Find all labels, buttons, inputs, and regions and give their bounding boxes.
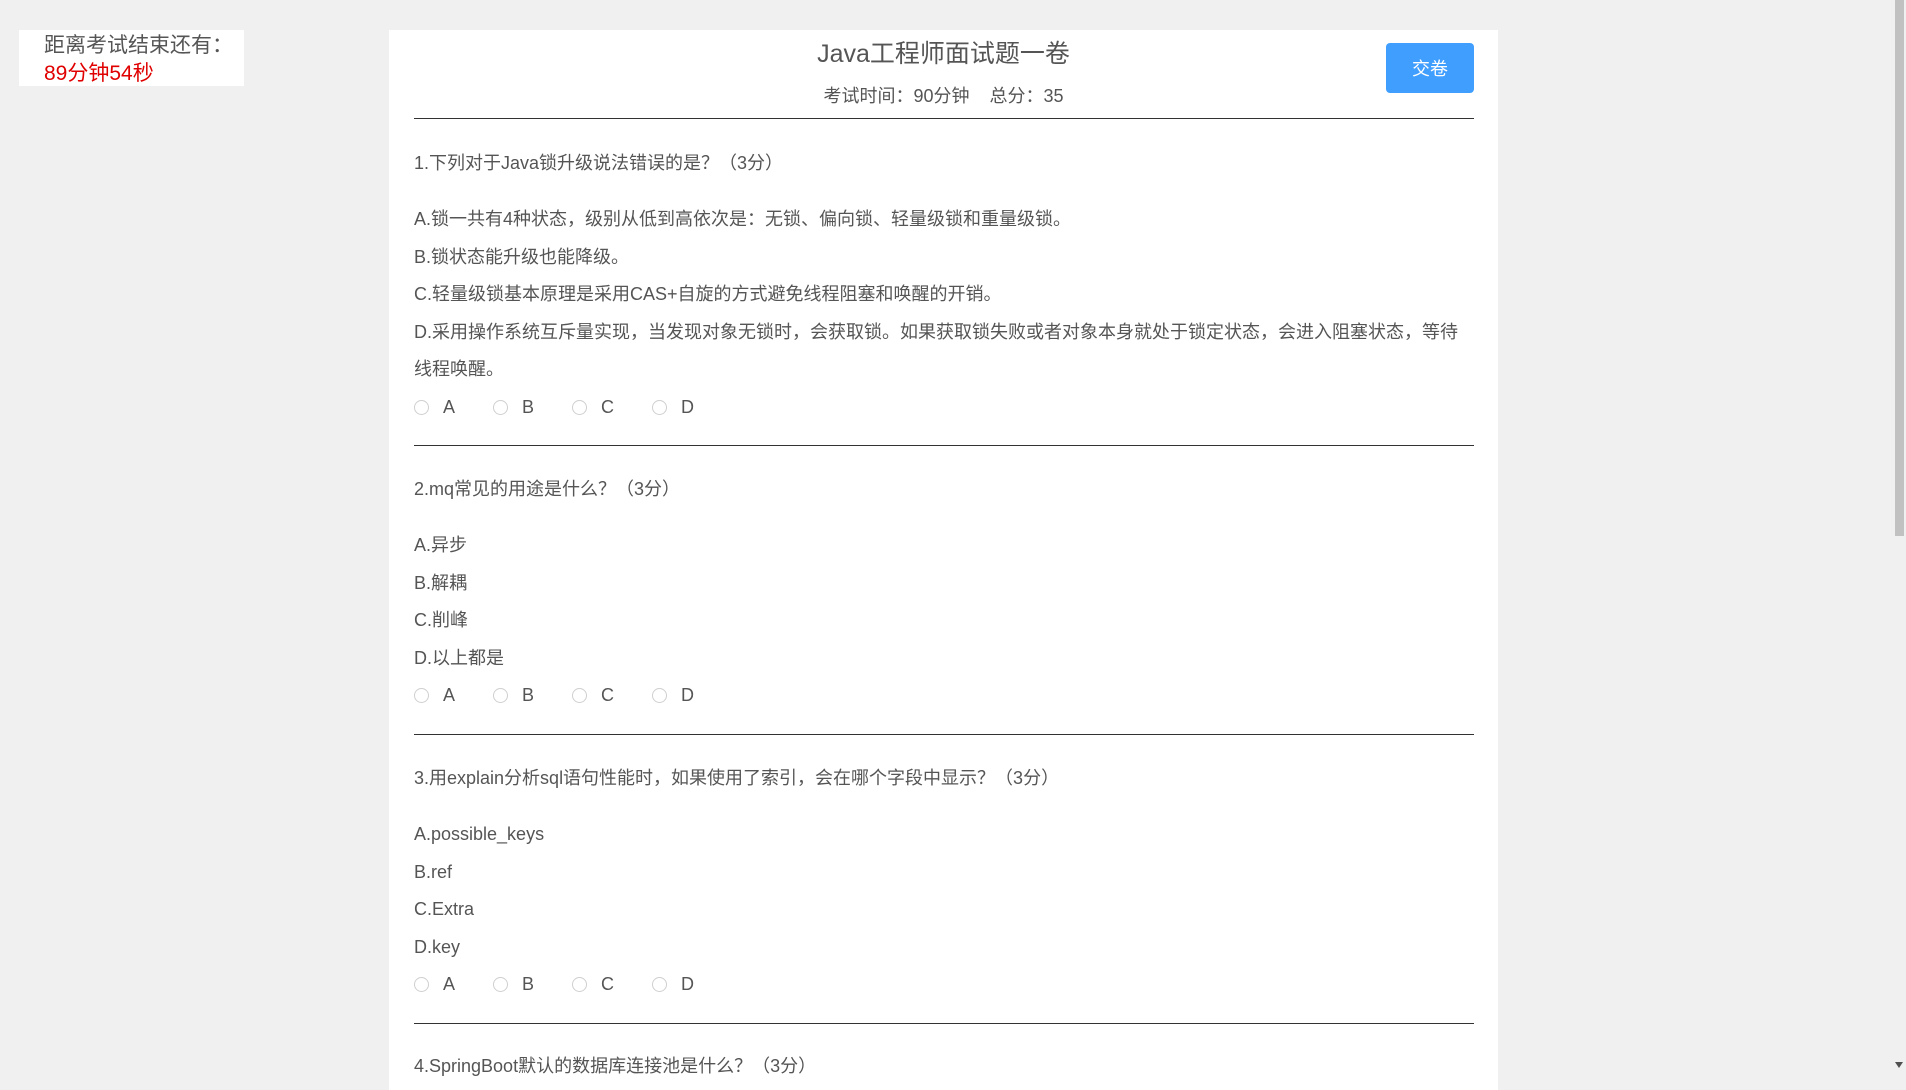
exam-title: Java工程师面试题一卷 [817,40,1070,68]
radio-label: D [681,974,695,994]
answer-radio-group: A B C D [414,389,1474,426]
radio-label: D [681,685,695,705]
option-text-b: B.解耦 [414,572,468,593]
question-2: 2.mq常见的用途是什么？（3分） A.异步 B.解耦 C.削峰 D.以上都是 … [414,477,1474,714]
exam-paper: Java工程师面试题一卷 考试时间：90分钟 总分：35 交卷 1.下列对于Jav… [389,30,1498,1090]
answer-radio-group: A B C D [414,966,1474,1003]
page-scrollbar[interactable] [1893,0,1906,1072]
radio-label: C [601,685,615,705]
question-4: 4.SpringBoot默认的数据库连接池是什么？（3分） [414,1054,1474,1078]
radio-circle-icon[interactable] [572,977,588,992]
option-text-c: C.轻量级锁基本原理是采用CAS+自旋的方式避免线程阻塞和唤醒的开销。 [414,284,1002,304]
option-text-d: D.key [414,936,461,957]
countdown-label: 距离考试结束还有： [44,34,233,57]
radio-circle-icon[interactable] [572,399,588,415]
radio-label: A [443,685,456,705]
question-title: 3.用explain分析sql语句性能时，如果使用了索引，会在哪个字段中显示？（… [414,768,1060,788]
radio-circle-icon[interactable] [493,977,509,992]
radio-c[interactable]: C [572,397,614,418]
option-text-a: A.异步 [414,535,468,555]
radio-a[interactable]: A [414,397,455,418]
exam-total-score: 总分：35 [989,86,1064,106]
radio-c[interactable]: C [572,685,614,706]
radio-d[interactable]: D [652,397,694,418]
divider [414,445,1474,446]
option-text-b: B.锁状态能升级也能降级。 [414,246,630,267]
option-text-c: C.削峰 [414,610,468,630]
option-text-b: B.ref [414,861,453,882]
radio-c[interactable]: C [572,974,614,995]
radio-a[interactable]: A [414,974,455,995]
radio-circle-icon[interactable] [493,688,509,703]
exam-time: 考试时间：90分钟 [823,86,970,106]
submit-exam-button[interactable]: 交卷 [1386,43,1474,93]
answer-radio-group: A B C D [414,677,1474,714]
option-text-d: D.采用操作系统互斥量实现，当发现对象无锁时，会获取锁。如果获取锁失败或者对象本… [414,321,1458,380]
scrollbar-thumb[interactable] [1895,0,1904,536]
countdown-value: 89分钟54秒 [44,62,154,85]
divider [414,1023,1474,1024]
radio-d[interactable]: D [652,974,694,995]
radio-label: C [601,396,615,417]
option-text-a: A.锁一共有4种状态，级别从低到高依次是：无锁、偏向锁、轻量级锁和重量级锁。 [414,209,1072,229]
radio-label: B [522,396,535,417]
countdown-timer: 距离考试结束还有： 89分钟54秒 [19,30,244,86]
question-3: 3.用explain分析sql语句性能时，如果使用了索引，会在哪个字段中显示？（… [414,766,1474,1003]
radio-circle-icon[interactable] [414,399,429,415]
radio-circle-icon[interactable] [414,977,429,992]
option-text-d: D.以上都是 [414,647,504,668]
radio-circle-icon[interactable] [493,399,509,415]
radio-circle-icon[interactable] [572,688,588,703]
radio-label: A [443,974,456,994]
radio-b[interactable]: B [493,685,534,706]
radio-d[interactable]: D [652,685,694,706]
option-text-a: A.possible_keys [414,824,545,844]
radio-circle-icon[interactable] [652,688,668,703]
question-options: A.异步 B.解耦 C.削峰 D.以上都是 [414,527,1474,677]
radio-circle-icon[interactable] [652,977,668,992]
question-title: 1.下列对于Java锁升级说法错误的是？（3分） [414,153,784,173]
divider [414,734,1474,735]
radio-label: A [443,396,456,417]
exam-meta: 考试时间：90分钟 总分：35 [389,84,1498,108]
question-1: 1.下列对于Java锁升级说法错误的是？（3分） A.锁一共有4种状态，级别从低… [414,151,1474,426]
radio-a[interactable]: A [414,685,455,706]
radio-circle-icon[interactable] [414,688,429,703]
question-options: A.possible_keys B.ref C.Extra D.key [414,816,1474,966]
question-title: 2.mq常见的用途是什么？（3分） [414,479,681,499]
radio-label: C [601,974,615,994]
radio-label: B [522,685,535,705]
radio-b[interactable]: B [493,397,534,418]
divider [414,118,1474,119]
radio-label: B [522,974,535,994]
question-title: 4.SpringBoot默认的数据库连接池是什么？（3分） [414,1056,817,1076]
radio-circle-icon[interactable] [652,399,668,415]
option-text-c: C.Extra [414,899,475,919]
scroll-down-arrow-icon[interactable] [1895,1062,1903,1068]
radio-b[interactable]: B [493,974,534,995]
radio-label: D [681,396,695,417]
question-options: A.锁一共有4种状态，级别从低到高依次是：无锁、偏向锁、轻量级锁和重量级锁。 B… [414,201,1474,389]
